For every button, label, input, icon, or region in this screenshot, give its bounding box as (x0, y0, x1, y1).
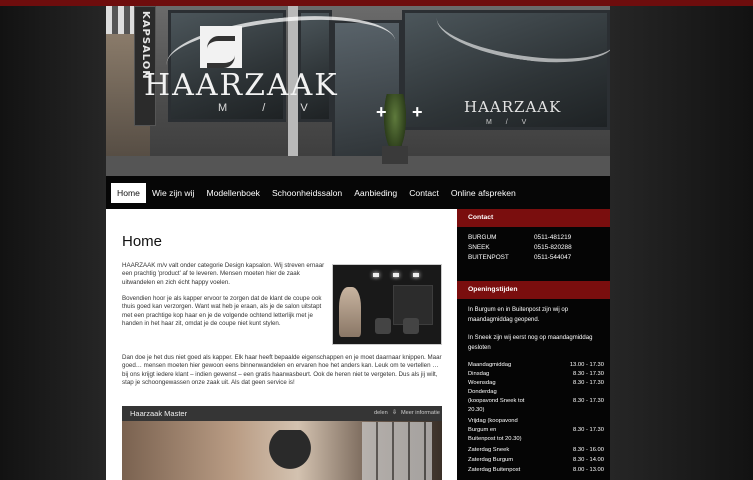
hours-day: Dinsdag (468, 371, 490, 377)
hours-note: In Burgum en in Buitenpost zijn wij op m… (468, 307, 569, 323)
header-photo: KAPSALON HAARZAAK M / V HAARZAAK M / V +… (106, 6, 610, 176)
contact-phone[interactable]: 0515-820288 (534, 244, 572, 251)
brand-logo: HAARZAAK (144, 68, 339, 103)
hours-day: Woensdag (468, 380, 496, 386)
hours-time: 8.30 - 17.30 (573, 427, 604, 433)
contact-phone[interactable]: 0511-544047 (534, 254, 571, 261)
video-title[interactable]: Haarzaak Master (130, 409, 187, 418)
nav-online-afspreken[interactable]: Online afspreken (445, 183, 522, 203)
photo-lamp (413, 273, 419, 277)
hours-day: (koopavond Sneek tot (468, 398, 525, 404)
page-title: Home (122, 233, 163, 250)
nav-schoonheidssalon[interactable]: Schoonheidssalon (266, 183, 348, 203)
hours-day: Maandagmiddag (468, 362, 512, 368)
hours-time: 8.30 - 17.30 (573, 371, 604, 377)
hours-day: Vrijdag (koopavond (468, 418, 518, 424)
hours-time: 8.00 - 13.00 (573, 467, 604, 473)
contact-city: BURGUM (468, 234, 497, 241)
brand-subtitle: M / V (218, 102, 324, 114)
window-subtitle: M / V (486, 119, 533, 126)
nav-home[interactable]: Home (111, 182, 146, 203)
nav-modellenboek[interactable]: Modellenboek (200, 183, 266, 203)
plant (384, 94, 406, 152)
sidebar: Contact BURGUM 0511-481219 SNEEK 0515-82… (457, 209, 610, 480)
body-paragraph: Bovendien hoor je als kapper ervoor te z… (122, 295, 322, 328)
video-share-button[interactable]: delen (374, 410, 388, 416)
photo-person (339, 287, 361, 337)
hours-day: Buitenpost tot 20.30) (468, 436, 522, 442)
intro-paragraph: HAARZAAK m/v valt onder categorie Design… (122, 262, 325, 286)
logo-icon (200, 26, 242, 68)
hours-time: 13.00 - 17.30 (569, 362, 604, 368)
sidewalk (106, 156, 610, 176)
photo-chair (403, 318, 419, 334)
hours-time: 8.30 - 16.00 (573, 447, 604, 453)
video-info-button[interactable]: Meer informatie (401, 410, 440, 416)
info-icon[interactable]: ⇩ (392, 409, 397, 416)
contact-heading: Contact (457, 209, 610, 227)
hours-day: Donderdag (468, 389, 497, 395)
contact-phone[interactable]: 0511-481219 (534, 234, 571, 241)
main-nav: Home Wie zijn wij Modellenboek Schoonhei… (106, 176, 610, 209)
hours-note: In Sneek zijn wij eerst nog op maandagmi… (468, 335, 593, 351)
salon-photo (332, 264, 442, 345)
hours-time: 8.30 - 17.30 (573, 380, 604, 386)
contact-city: SNEEK (468, 244, 490, 251)
contact-city: BUITENPOST (468, 254, 509, 261)
kapsalon-sign: KAPSALON (134, 6, 156, 126)
window-cross-icon: + (412, 102, 423, 122)
photo-lamp (393, 273, 399, 277)
body-paragraph: Dan doe je het dus niet goed als kapper.… (122, 354, 442, 387)
video-window (362, 422, 432, 480)
main-content: Home HAARZAAK m/v valt onder categorie D… (106, 209, 457, 480)
hours-day: Zaterdag Sneek (468, 447, 510, 453)
hours-day: Zaterdag Burgum (468, 457, 514, 463)
window-cross-icon: + (376, 102, 387, 122)
nav-wie-zijn-wij[interactable]: Wie zijn wij (146, 183, 201, 203)
nav-aanbieding[interactable]: Aanbieding (348, 183, 403, 203)
plant-pot (382, 146, 408, 164)
hours-day: Burgum en (468, 427, 497, 433)
background-right (610, 6, 753, 480)
background-left (0, 6, 106, 480)
hours-day: 20.30) (468, 407, 485, 413)
hours-time: 8.30 - 17.30 (573, 398, 604, 404)
video-person (260, 430, 320, 480)
hours-heading: Openingstijden (457, 281, 610, 299)
photo-chair (375, 318, 391, 334)
video-player[interactable]: Haarzaak Master delen ⇩ Meer informatie (122, 406, 442, 480)
window-brand: HAARZAAK (464, 98, 562, 116)
hours-time: 8.30 - 14.00 (573, 457, 604, 463)
photo-lamp (373, 273, 379, 277)
hours-day: Zaterdag Buitenpost (468, 467, 521, 473)
nav-contact[interactable]: Contact (403, 183, 445, 203)
